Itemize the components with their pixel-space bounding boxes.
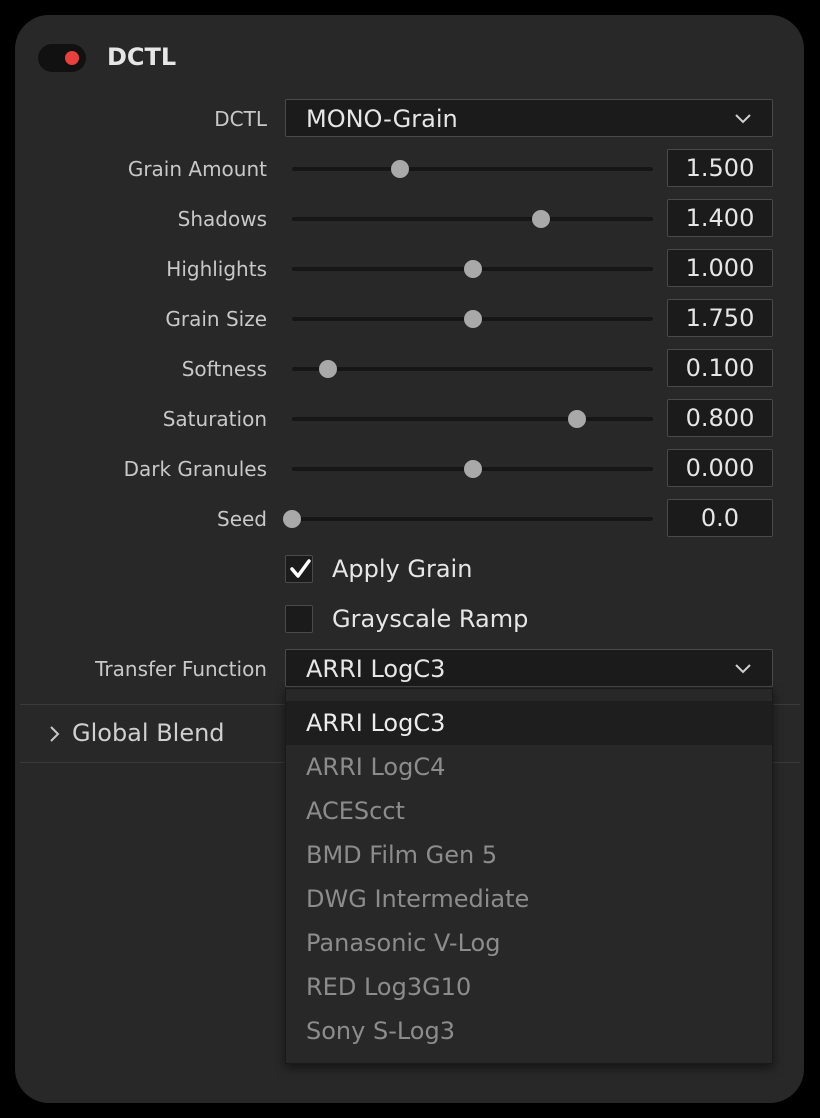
value-field[interactable]: 0.000 xyxy=(667,449,773,487)
grayscale-ramp-label[interactable]: Grayscale Ramp xyxy=(332,604,528,634)
slider-label: Highlights xyxy=(166,257,267,281)
slider-thumb[interactable] xyxy=(463,260,482,278)
apply-grain-checkbox[interactable] xyxy=(285,555,313,583)
slider-thumb[interactable] xyxy=(319,360,338,378)
menu-option[interactable]: Panasonic V-Log xyxy=(286,921,772,965)
enable-toggle[interactable] xyxy=(38,44,86,72)
slider-track[interactable] xyxy=(292,160,653,178)
transfer-function-value: ARRI LogC3 xyxy=(306,655,446,683)
value-field[interactable]: 0.100 xyxy=(667,349,773,387)
transfer-function-dropdown[interactable]: ARRI LogC3 xyxy=(285,649,773,687)
checkmark-icon xyxy=(290,559,311,578)
menu-option[interactable]: BMD Film Gen 5 xyxy=(286,833,772,877)
value-field[interactable]: 1.400 xyxy=(667,199,773,237)
slider-thumb[interactable] xyxy=(283,510,301,528)
slider-track[interactable] xyxy=(292,460,653,478)
menu-option[interactable]: ARRI LogC4 xyxy=(286,745,772,789)
slider-label: Shadows xyxy=(177,207,267,231)
slider-thumb[interactable] xyxy=(532,210,551,228)
menu-option[interactable]: DWG Intermediate xyxy=(286,877,772,921)
apply-grain-label[interactable]: Apply Grain xyxy=(332,554,472,584)
slider-label: Saturation xyxy=(162,407,267,431)
slider-track[interactable] xyxy=(292,260,653,278)
dctl-dropdown[interactable]: MONO-Grain xyxy=(285,99,773,137)
slider-label: Grain Amount xyxy=(127,157,267,181)
value-field[interactable]: 1.750 xyxy=(667,299,773,337)
transfer-function-label: Transfer Function xyxy=(95,657,267,681)
slider-label: Softness xyxy=(181,357,267,381)
value-field[interactable]: 1.000 xyxy=(667,249,773,287)
panel-title: DCTL xyxy=(107,43,177,71)
slider-label: Seed xyxy=(217,507,267,531)
chevron-down-icon xyxy=(735,114,751,124)
enable-toggle-indicator xyxy=(65,51,79,65)
value-field[interactable]: 0.800 xyxy=(667,399,773,437)
menu-option[interactable]: RED Log3G10 xyxy=(286,965,772,1009)
dctl-label: DCTL xyxy=(214,107,267,131)
global-blend-section-header[interactable]: Global Blend xyxy=(48,716,225,750)
slider-track[interactable] xyxy=(292,210,653,228)
grayscale-ramp-checkbox[interactable] xyxy=(285,605,313,633)
chevron-down-icon xyxy=(735,664,751,674)
menu-option[interactable]: Sony S-Log3 xyxy=(286,1009,772,1053)
global-blend-label: Global Blend xyxy=(72,719,225,747)
slider-label: Dark Granules xyxy=(123,457,267,481)
slider-track[interactable] xyxy=(292,410,653,428)
menu-option[interactable]: ACEScct xyxy=(286,789,772,833)
value-field[interactable]: 1.500 xyxy=(667,149,773,187)
dctl-dropdown-value: MONO-Grain xyxy=(306,105,458,133)
slider-thumb[interactable] xyxy=(463,310,482,328)
menu-option[interactable]: ARRI LogC3 xyxy=(286,701,772,745)
transfer-function-menu: ARRI LogC3 ARRI LogC4 ACEScct BMD Film G… xyxy=(285,688,773,1064)
chevron-right-icon xyxy=(50,726,60,742)
slider-track[interactable] xyxy=(292,310,653,328)
slider-track[interactable] xyxy=(292,360,653,378)
slider-thumb[interactable] xyxy=(463,460,482,478)
value-field[interactable]: 0.0 xyxy=(667,499,773,537)
slider-track[interactable] xyxy=(283,510,653,528)
slider-label: Grain Size xyxy=(165,307,267,331)
